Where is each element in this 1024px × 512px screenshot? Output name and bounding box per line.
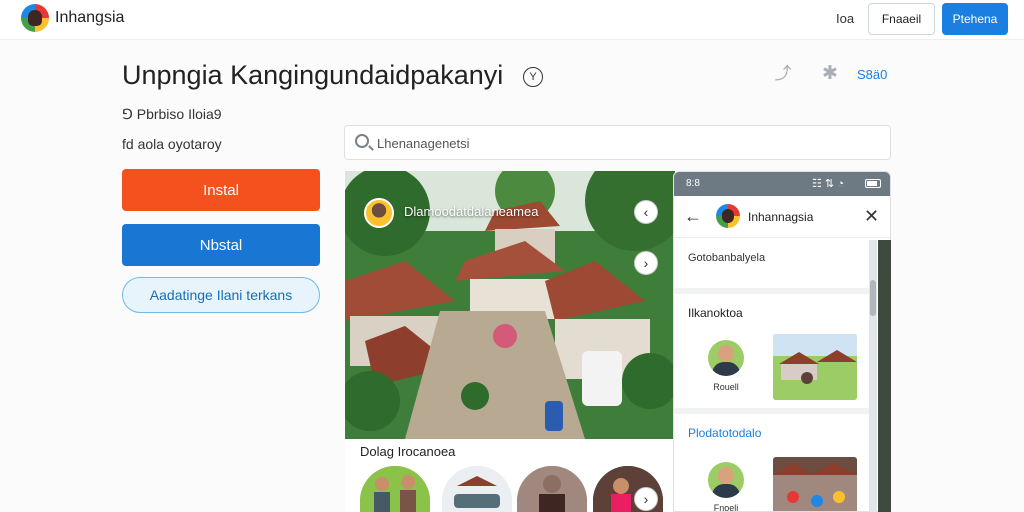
- background-image-edge: [878, 240, 891, 512]
- panel-photo-image: [773, 334, 857, 400]
- sign-in-button[interactable]: Fnaaeil: [868, 3, 935, 35]
- back-arrow-icon[interactable]: ←: [684, 206, 702, 227]
- close-icon[interactable]: ✕: [864, 206, 879, 227]
- phone-preview-panel: 8:8 ☷ ⇅ ◔ ← Inhannagsia ✕ Gotobanbalyela…: [673, 171, 891, 512]
- settings-icon[interactable]: ✱: [820, 64, 840, 84]
- add-to-wishlist-button[interactable]: Aadatinge Ilani terkans: [122, 277, 320, 313]
- panel-section-heading: Ilkanoktoa: [688, 306, 743, 320]
- brand-name[interactable]: Inhangsia: [55, 9, 124, 27]
- next-arrow-icon[interactable]: ›: [634, 251, 658, 275]
- person-avatar[interactable]: [708, 340, 744, 376]
- search-input[interactable]: [377, 132, 877, 154]
- panel-section-heading-blue[interactable]: Plodatotodalo: [688, 426, 761, 440]
- person-name: Fnoeli: [713, 503, 739, 512]
- panel-photo[interactable]: [773, 334, 857, 400]
- panel-header: ← Inhannagsia ✕: [674, 196, 890, 238]
- panel-scrollbar[interactable]: [869, 240, 877, 512]
- publisher-info: ⅁ Pbrbiso Iloia9: [122, 106, 222, 122]
- scrollbar-thumb[interactable]: [870, 280, 876, 316]
- panel-item[interactable]: Gotobanbalyela: [688, 252, 765, 264]
- uploader-avatar[interactable]: [364, 198, 394, 228]
- status-bar: 8:8 ☷ ⇅ ◔: [674, 172, 890, 196]
- battery-icon: [865, 179, 881, 188]
- panel-logo-icon: [716, 204, 740, 228]
- panel-photo[interactable]: [773, 457, 857, 511]
- divider: [674, 408, 874, 414]
- gallery-title: Dolag Irocanoea: [360, 444, 456, 459]
- top-bar: Inhangsia Ioa Fnaaeil Ptehena: [0, 0, 1024, 40]
- panel-title: Inhannagsia: [748, 210, 814, 224]
- rating-link[interactable]: S8ä0: [857, 67, 887, 82]
- gallery-next-icon[interactable]: ›: [634, 487, 658, 511]
- divider: [674, 288, 874, 294]
- install-button-red[interactable]: Instal: [122, 169, 320, 211]
- install-button-blue[interactable]: Nbstal: [122, 224, 320, 266]
- signal-icons: ☷ ⇅ ◔: [812, 178, 844, 190]
- app-subinfo: fd aola oyotaroy: [122, 136, 222, 152]
- verified-icon: Y: [523, 67, 543, 87]
- top-nav-link[interactable]: Ioa: [836, 11, 854, 26]
- media-caption: Dlamoodatdalaneamea: [404, 204, 539, 219]
- share-icon[interactable]: ⤴: [774, 65, 792, 83]
- page-title: Unpngia Kangingundaidpakanyi: [122, 60, 504, 90]
- search-icon: [355, 134, 369, 148]
- person-name: Rouell: [713, 382, 739, 392]
- app-logo-icon[interactable]: [21, 4, 49, 32]
- primary-header-button[interactable]: Ptehena: [942, 3, 1008, 35]
- status-time: 8:8: [686, 178, 700, 189]
- person-avatar[interactable]: [708, 462, 744, 498]
- panel-photo-image: [773, 457, 857, 511]
- panel-content: Gotobanbalyela Ilkanoktoa Rouell Plodato…: [674, 238, 874, 512]
- prev-arrow-icon[interactable]: ‹: [634, 200, 658, 224]
- search-bar[interactable]: [344, 125, 891, 160]
